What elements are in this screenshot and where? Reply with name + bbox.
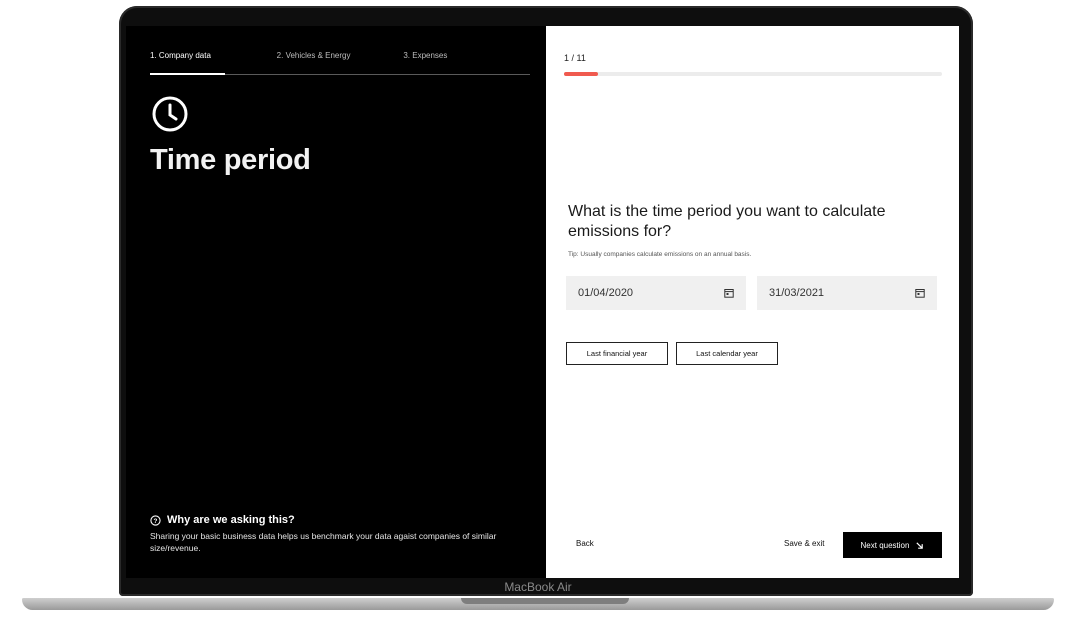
last-calendar-year-button[interactable]: Last calendar year: [676, 342, 778, 365]
why-heading: Why are we asking this?: [167, 514, 295, 526]
next-question-button[interactable]: Next question: [843, 532, 942, 558]
calendar-icon[interactable]: [724, 288, 734, 298]
app-screen: 1. Company data 2. Vehicles & Energy 3. …: [126, 26, 959, 578]
step-tabs: 1. Company data 2. Vehicles & Energy 3. …: [150, 50, 530, 75]
last-financial-year-button[interactable]: Last financial year: [566, 342, 668, 365]
back-button[interactable]: Back: [576, 539, 594, 548]
clock-icon: [152, 96, 188, 132]
device-label: MacBook Air: [504, 580, 572, 594]
svg-text:?: ?: [154, 517, 158, 524]
right-panel: 1 / 11 What is the time period you want …: [546, 26, 959, 578]
page-title: Time period: [150, 144, 311, 176]
progress-fill: [564, 72, 599, 76]
next-question-label: Next question: [860, 540, 910, 550]
end-date-value: 31/03/2021: [769, 287, 825, 299]
help-icon: ?: [150, 514, 161, 526]
end-date-field[interactable]: 31/03/2021: [757, 276, 937, 310]
tab-vehicles-energy[interactable]: 2. Vehicles & Energy: [277, 50, 404, 74]
question-text: What is the time period you want to calc…: [568, 203, 886, 240]
calendar-icon[interactable]: [915, 288, 925, 298]
laptop-notch: [461, 598, 629, 604]
why-section: ? Why are we asking this? Sharing your b…: [150, 514, 530, 554]
save-exit-button[interactable]: Save & exit: [784, 539, 824, 548]
tip-text: Tip: Usually companies calculate emissio…: [568, 251, 752, 258]
tab-expenses[interactable]: 3. Expenses: [403, 50, 530, 74]
why-description: Sharing your basic business data helps u…: [150, 531, 497, 553]
start-date-field[interactable]: 01/04/2020: [566, 276, 746, 310]
arrow-down-right-icon: [916, 541, 924, 549]
progress-bar: [564, 72, 942, 76]
left-panel: 1. Company data 2. Vehicles & Energy 3. …: [126, 26, 546, 578]
start-date-value: 01/04/2020: [578, 287, 634, 299]
progress-count: 1 / 11: [564, 53, 586, 63]
tab-company-data[interactable]: 1. Company data: [150, 50, 277, 75]
